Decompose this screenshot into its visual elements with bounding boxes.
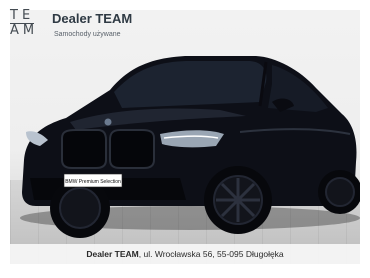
dealer-address-bar: Dealer TEAM, ul. Wrocławska 56, 55-095 D… [10, 244, 360, 264]
dealer-logo-line-1: TE [10, 8, 35, 23]
dealer-logo-line-2: AM [10, 23, 39, 38]
dealer-logo: TE AM [10, 8, 40, 42]
car-badge [104, 118, 112, 126]
car-headlight-right [160, 130, 224, 148]
license-plate-text: BMW Premium Selection [65, 179, 121, 185]
car-grille-left [61, 129, 107, 169]
car-illustration: BMW Premium Selection [20, 56, 360, 238]
dealer-logo-divider [10, 23, 34, 24]
car-grille-right [109, 129, 155, 169]
dealer-tagline: Samochody używane [54, 31, 121, 38]
footer-dealer-name: Dealer TEAM [86, 249, 139, 259]
car-photo[interactable]: BMW Premium Selection [10, 10, 360, 264]
listing-photo-frame: BMW Premium Selection TE AM Dealer TEAM … [0, 0, 370, 278]
footer-address: , ul. Wrocławska 56, 55-095 Długołęka [138, 249, 284, 259]
dealer-name: Dealer TEAM [52, 11, 133, 26]
